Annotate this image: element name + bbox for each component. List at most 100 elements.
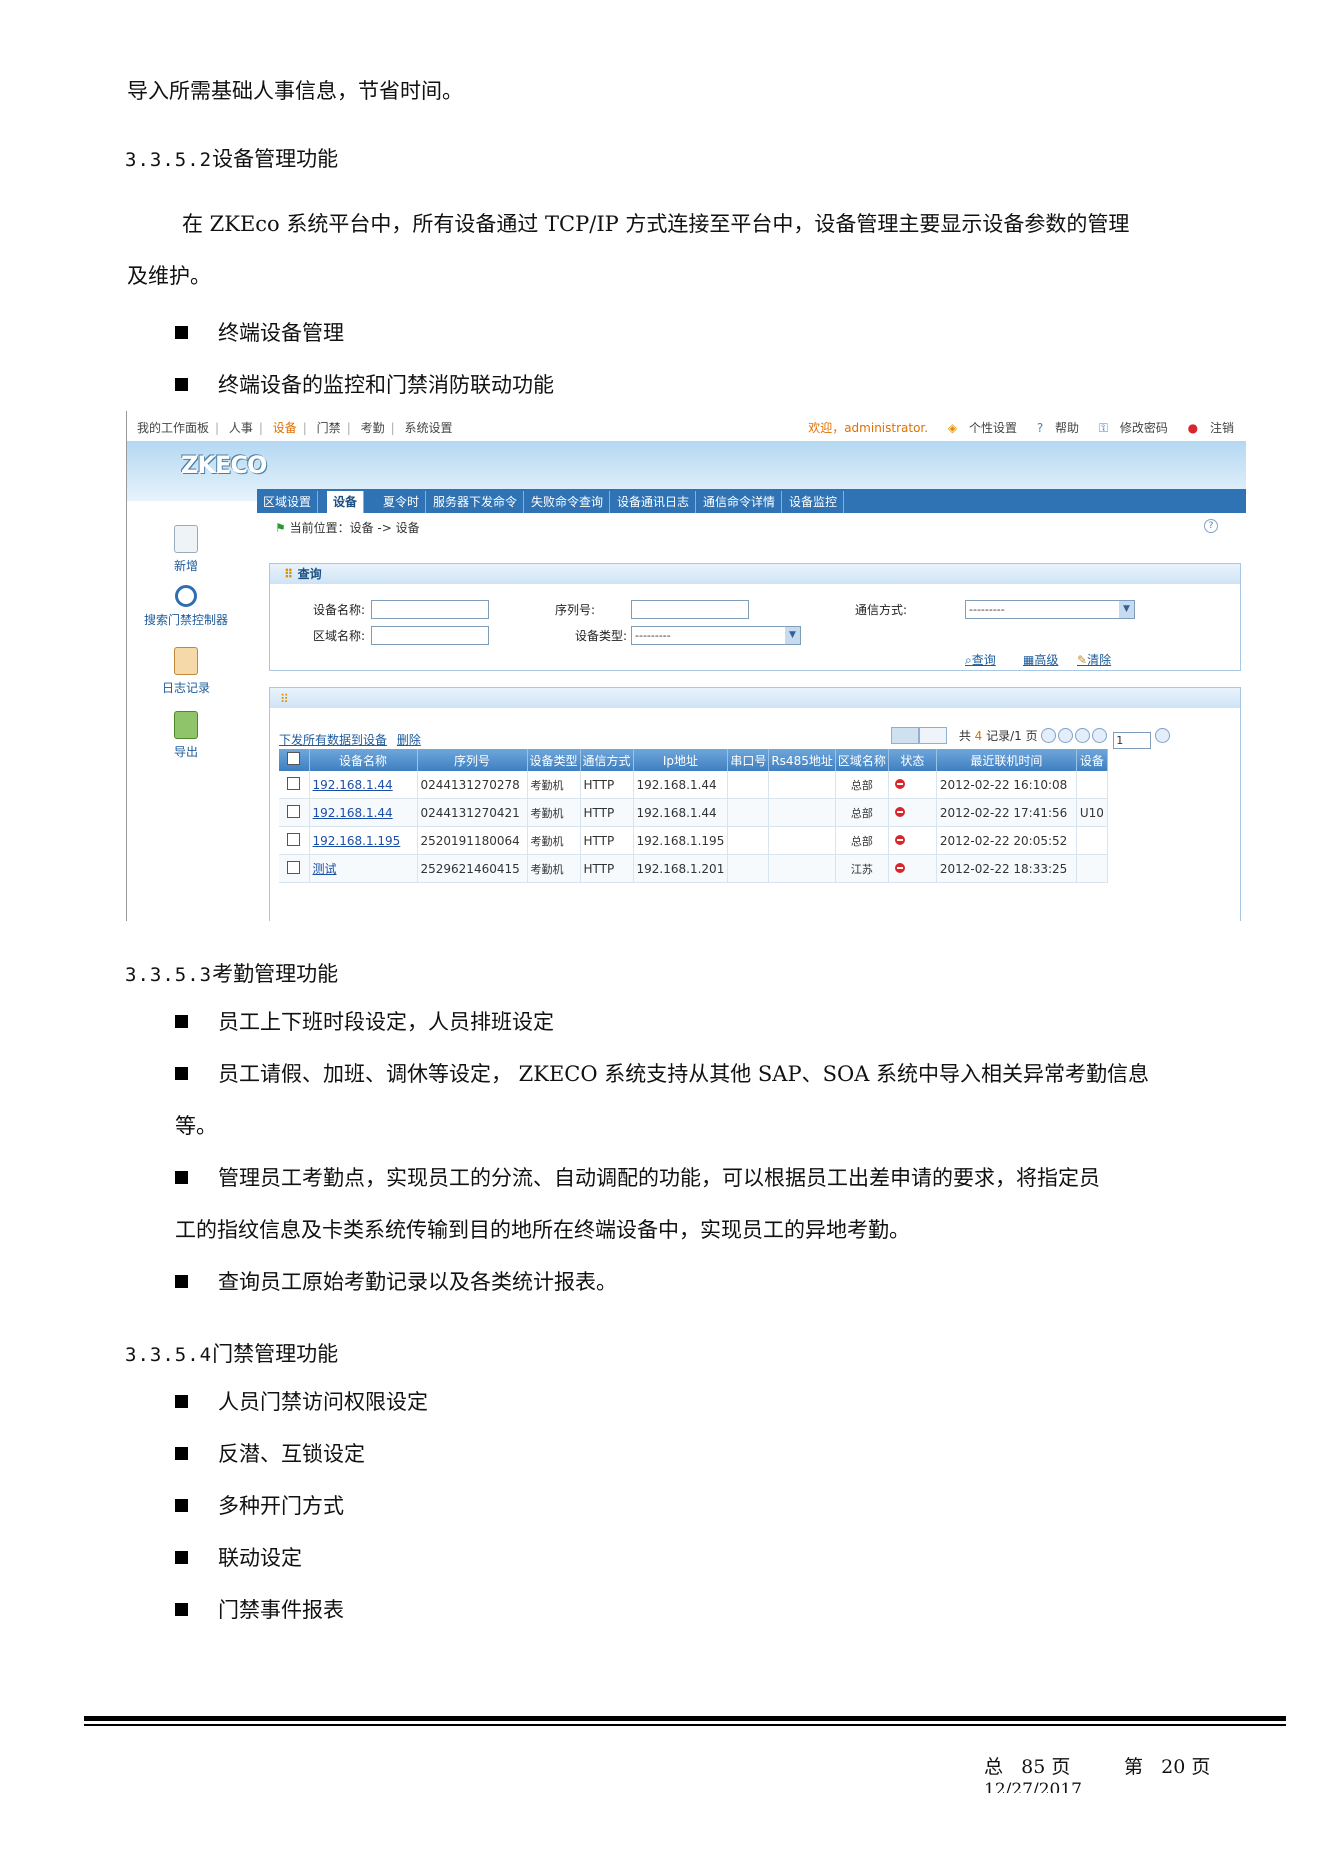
device-table: 设备名称 序列号 设备类型 通信方式 Ip地址 串口号 Rs485地址 区域名称…: [279, 749, 1108, 883]
help-icon[interactable]: ?: [1204, 519, 1218, 533]
go-page-icon[interactable]: [1155, 728, 1171, 743]
bullet-item: 管理员工考勤点，实现员工的分流、自动调配的功能，可以根据员工出差申请的要求，将指…: [175, 1162, 1100, 1192]
row-checkbox[interactable]: [287, 804, 301, 818]
logout-link[interactable]: ● 注销: [1180, 421, 1234, 435]
serial-cell: 2520191180064: [417, 826, 528, 855]
table-row: 测试 2529621460415 考勤机 HTTP 192.168.1.201 …: [279, 854, 1108, 883]
ip-cell: 192.168.1.195: [633, 826, 729, 855]
list-view-icon[interactable]: [891, 727, 919, 744]
grid-toolbar: 下发所有数据到设备 删除: [279, 731, 427, 748]
add-button[interactable]: 新增: [127, 525, 245, 574]
personal-settings-link[interactable]: ◈ 个性设置: [940, 421, 1017, 435]
device-name-link[interactable]: 测试: [309, 854, 418, 883]
nav-item-system[interactable]: 系统设置: [404, 421, 452, 435]
extra-cell: [1076, 771, 1108, 799]
bullet-item: 员工上下班时段设定，人员排班设定: [175, 1006, 554, 1036]
serial-cell: 2529621460415: [417, 854, 528, 883]
nav-item-device[interactable]: 设备: [273, 421, 297, 435]
area-cell: 总部: [835, 826, 889, 855]
nav-item-access[interactable]: 门禁: [317, 421, 341, 435]
bullet-square-icon: [175, 1275, 188, 1288]
table-row: 192.168.1.44 0244131270278 考勤机 HTTP 192.…: [279, 771, 1108, 799]
select-all-cell[interactable]: [279, 749, 310, 771]
nav-item-personnel[interactable]: 人事: [229, 421, 253, 435]
search-controller-button[interactable]: 搜索门禁控制器: [127, 585, 245, 628]
column-header[interactable]: Ip地址: [633, 749, 729, 771]
type-cell: 考勤机: [527, 826, 581, 855]
tab-dst[interactable]: 夏令时: [377, 491, 427, 513]
area-name-input[interactable]: [371, 626, 489, 645]
prev-page-icon[interactable]: [1058, 728, 1074, 743]
table-row: 192.168.1.195 2520191180064 考勤机 HTTP 192…: [279, 826, 1108, 855]
search-icon: ⌕: [965, 653, 972, 667]
row-checkbox[interactable]: [287, 776, 301, 790]
serial-input[interactable]: [631, 600, 749, 619]
tab-failed-commands[interactable]: 失败命令查询: [525, 491, 611, 513]
advanced-button[interactable]: ▦高级: [1023, 651, 1058, 668]
broom-icon: ✎: [1077, 653, 1088, 667]
column-header[interactable]: 序列号: [417, 749, 528, 771]
table-header-row: 设备名称 序列号 设备类型 通信方式 Ip地址 串口号 Rs485地址 区域名称…: [279, 749, 1108, 771]
chevron-down-icon: ▼: [1119, 601, 1134, 618]
tab-area-settings[interactable]: 区域设置: [257, 491, 319, 513]
log-icon: [174, 647, 198, 675]
page-number-input[interactable]: 1: [1113, 732, 1152, 749]
device-name-link[interactable]: 192.168.1.44: [309, 798, 418, 827]
first-page-icon[interactable]: [1041, 728, 1057, 743]
column-header[interactable]: 通信方式: [580, 749, 634, 771]
zkeco-logo: ZKECO: [181, 451, 267, 479]
column-header[interactable]: 区域名称: [835, 749, 889, 771]
bullet-square-icon: [175, 1395, 188, 1408]
device-name-link[interactable]: 192.168.1.44: [309, 771, 418, 799]
footer-date: 12/27/2017: [984, 1780, 1082, 1793]
serial-port-cell: [727, 771, 770, 799]
device-type-label: 设备类型:: [574, 629, 627, 643]
main-nav: 我的工作面板 | 人事 | 设备 | 门禁 | 考勤 | 系统设置: [137, 421, 453, 435]
checkbox[interactable]: [287, 752, 301, 765]
column-header[interactable]: Rs485地址: [768, 749, 836, 771]
tab-server-commands[interactable]: 服务器下发命令: [427, 491, 525, 513]
tab-comm-log[interactable]: 设备通讯日志: [611, 491, 697, 513]
rs485-cell: [768, 771, 836, 799]
column-header[interactable]: 串口号: [727, 749, 770, 771]
change-password-link[interactable]: ⚿ 修改密码: [1091, 421, 1168, 435]
bullet-item: 门禁事件报表: [175, 1594, 344, 1624]
column-header[interactable]: 最近联机时间: [936, 749, 1077, 771]
top-menu-bar: 我的工作面板 | 人事 | 设备 | 门禁 | 考勤 | 系统设置 欢迎，administ…: [127, 411, 1246, 441]
type-cell: 考勤机: [527, 771, 581, 799]
serial-cell: 0244131270421: [417, 798, 528, 827]
clear-button[interactable]: ✎清除: [1077, 651, 1111, 668]
tab-command-details[interactable]: 通信命令详情: [697, 491, 783, 513]
column-header[interactable]: 设备名称: [309, 749, 418, 771]
nav-item-dashboard[interactable]: 我的工作面板: [137, 421, 209, 435]
delete-link[interactable]: 删除: [397, 733, 421, 747]
next-page-icon[interactable]: [1075, 728, 1091, 743]
comm-cell: HTTP: [580, 798, 634, 827]
column-header[interactable]: 状态: [888, 749, 937, 771]
bullet-square-icon: [175, 1171, 188, 1184]
tab-device[interactable]: 设备: [327, 491, 365, 513]
comm-select[interactable]: --------- ▼: [965, 600, 1135, 619]
nav-item-attendance[interactable]: 考勤: [361, 421, 385, 435]
row-checkbox[interactable]: [287, 860, 301, 874]
help-link[interactable]: ? 帮助: [1029, 421, 1079, 435]
row-checkbox[interactable]: [287, 832, 301, 846]
log-records-button[interactable]: 日志记录: [127, 647, 245, 696]
column-header[interactable]: 设备类型: [527, 749, 581, 771]
bullet-item: 联动设定: [175, 1542, 302, 1572]
device-type-select[interactable]: --------- ▼: [631, 626, 801, 645]
push-all-data-link[interactable]: 下发所有数据到设备: [279, 733, 387, 747]
column-header[interactable]: 设备: [1076, 749, 1108, 771]
export-button[interactable]: 导出: [127, 711, 245, 760]
type-cell: 考勤机: [527, 798, 581, 827]
bullet-square-icon: [175, 1551, 188, 1564]
grid-view-icon[interactable]: [919, 727, 947, 744]
device-name-input[interactable]: [371, 600, 489, 619]
search-button[interactable]: ⌕查询: [965, 651, 996, 668]
last-page-icon[interactable]: [1092, 728, 1108, 743]
footer-rule-thin: [84, 1724, 1286, 1726]
bullet-continuation: 工的指纹信息及卡类系统传输到目的地所在终端设备中，实现员工的异地考勤。: [175, 1218, 910, 1242]
device-name-link[interactable]: 192.168.1.195: [309, 826, 418, 855]
pager: 共 4 记录/1 页 1: [891, 727, 1172, 749]
tab-device-monitor[interactable]: 设备监控: [783, 491, 845, 513]
